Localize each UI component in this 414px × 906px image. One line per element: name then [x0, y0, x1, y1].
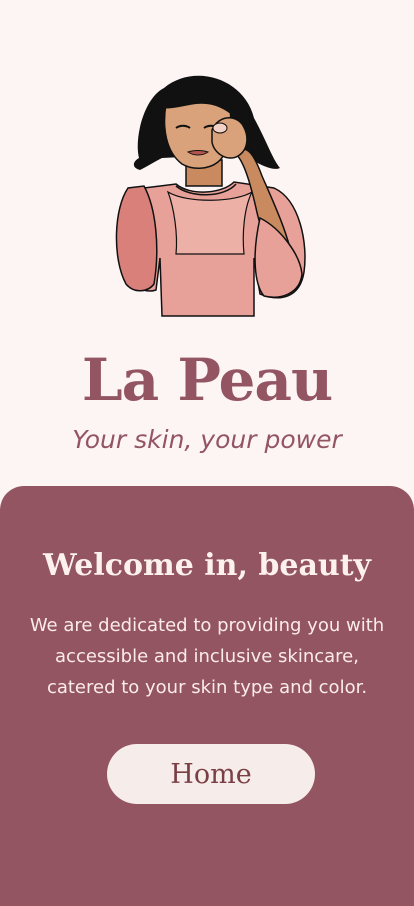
welcome-description: We are dedicated to providing you with a… — [29, 615, 385, 698]
home-button[interactable]: Home — [107, 744, 315, 804]
woman-skincare-illustration — [115, 75, 306, 317]
welcome-heading: Welcome in, beauty — [43, 548, 371, 583]
brand-title: La Peau — [81, 346, 333, 414]
welcome-card: Welcome in, beauty We are dedicated to p… — [0, 486, 414, 906]
hero-section: La Peau Your skin, your power — [0, 0, 414, 486]
brand-tagline: Your skin, your power — [72, 425, 342, 454]
